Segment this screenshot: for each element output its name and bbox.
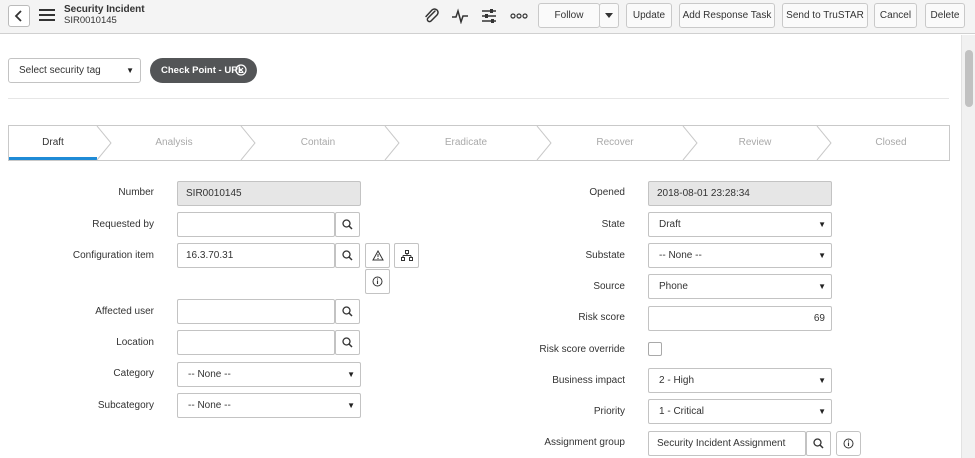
substate-label: Substate [585,250,625,261]
source-label: Source [593,281,625,292]
add-response-task-button[interactable]: Add Response Task [679,3,775,28]
opened-field: 2018-08-01 23:28:34 [648,181,832,206]
show-dependency-map-button[interactable] [394,243,419,268]
activity-icon[interactable] [451,8,469,24]
back-button[interactable] [8,5,30,27]
caret-down-icon: ▼ [126,66,134,75]
priority-label: Priority [593,406,625,417]
follow-button[interactable]: Follow [538,3,600,28]
risk-score-override-label: Risk score override [539,344,625,355]
security-tag-select[interactable]: Select security tag ▼ [8,58,141,83]
caret-down-icon: ▼ [347,401,355,410]
subcategory-label: Subcategory [97,400,154,411]
security-tag-pill: Check Point - URL [150,58,257,83]
stage-chevron-dividers [96,126,832,160]
caret-down-icon: ▼ [818,220,826,229]
remove-tag-icon[interactable] [235,64,247,76]
info-icon [372,276,383,287]
ci-info-button[interactable] [365,269,390,294]
opened-label: Opened [589,187,625,198]
requested-by-lookup-button[interactable] [335,212,360,237]
vertical-scrollbar[interactable] [961,35,975,458]
source-value: Phone [659,281,688,292]
sliders-icon[interactable] [480,8,498,24]
divider [8,98,949,99]
caret-down-icon: ▼ [818,376,826,385]
affected-user-field[interactable] [177,299,335,324]
assignment-group-field[interactable]: Security Incident Assignment [648,431,806,456]
caret-down-icon: ▼ [818,407,826,416]
caret-down-icon: ▼ [347,370,355,379]
affected-user-lookup-button[interactable] [335,299,360,324]
business-impact-label: Business impact [552,375,625,386]
state-label: State [601,219,625,230]
search-icon [342,337,353,348]
update-button[interactable]: Update [626,3,672,28]
category-label: Category [113,368,154,379]
risk-score-field[interactable]: 69 [648,306,832,331]
search-icon [342,306,353,317]
substate-value: -- None -- [659,250,702,261]
subcategory-value: -- None -- [188,400,231,411]
configuration-item-label: Configuration item [72,250,154,261]
risk-score-label: Risk score [578,312,625,323]
more-options-icon[interactable] [509,8,529,24]
chevron-left-icon [14,10,22,22]
requested-by-field[interactable] [177,212,335,237]
number-label: Number [118,187,154,198]
requested-by-label: Requested by [92,219,154,230]
assignment-group-lookup-button[interactable] [806,431,831,456]
caret-down-icon [605,13,613,18]
hierarchy-icon [400,250,413,261]
category-value: -- None -- [188,369,231,380]
cancel-button[interactable]: Cancel [874,3,917,28]
assignment-group-label: Assignment group [544,437,625,448]
stage-progress-bar: Draft Analysis Contain Eradicate Recover… [8,125,950,161]
assignment-group-info-button[interactable] [836,431,861,456]
state-value: Draft [659,219,681,230]
show-ci-alert-button[interactable] [365,243,390,268]
hamburger-menu-icon[interactable] [39,9,55,23]
priority-select[interactable]: 1 - Critical ▼ [648,399,832,424]
business-impact-value: 2 - High [659,375,695,386]
warning-icon [371,250,384,261]
risk-score-override-checkbox[interactable] [648,342,662,356]
info-icon [843,438,854,449]
configuration-item-lookup-button[interactable] [335,243,360,268]
search-icon [342,219,353,230]
security-tag-placeholder: Select security tag [19,65,101,76]
send-to-trustar-button[interactable]: Send to TruSTAR [782,3,868,28]
number-field: SIR0010145 [177,181,361,206]
form-header: Security Incident SIR0010145 Follow Upda… [0,0,975,34]
category-select[interactable]: -- None -- ▼ [177,362,361,387]
follow-dropdown-button[interactable] [599,3,619,28]
substate-select[interactable]: -- None -- ▼ [648,243,832,268]
search-icon [342,250,353,261]
search-icon [813,438,824,449]
location-field[interactable] [177,330,335,355]
location-lookup-button[interactable] [335,330,360,355]
state-select[interactable]: Draft ▼ [648,212,832,237]
source-select[interactable]: Phone ▼ [648,274,832,299]
security-tag-label: Check Point - URL [161,65,244,76]
business-impact-select[interactable]: 2 - High ▼ [648,368,832,393]
caret-down-icon: ▼ [818,282,826,291]
subcategory-select[interactable]: -- None -- ▼ [177,393,361,418]
location-label: Location [116,337,154,348]
record-number-subtitle: SIR0010145 [64,15,117,26]
configuration-item-field[interactable]: 16.3.70.31 [177,243,335,268]
delete-button[interactable]: Delete [925,3,965,28]
affected-user-label: Affected user [95,306,154,317]
record-type-title: Security Incident [64,4,145,15]
paperclip-icon[interactable] [423,8,441,24]
scrollbar-thumb[interactable] [965,50,973,107]
caret-down-icon: ▼ [818,251,826,260]
priority-value: 1 - Critical [659,406,705,417]
